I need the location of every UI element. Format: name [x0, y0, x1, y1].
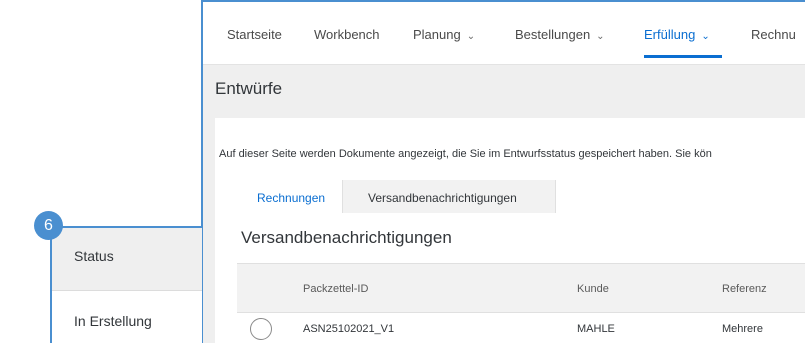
- chevron-down-icon: ⌄: [466, 31, 476, 42]
- cell-packzettel-id: ASN25102021_V1: [303, 323, 395, 335]
- tab-rechnungen[interactable]: Rechnungen: [227, 180, 342, 213]
- status-value: In Erstellung: [74, 313, 152, 329]
- nav-item-workbench[interactable]: Workbench: [314, 27, 380, 42]
- section-title: Versandbenachrichtigungen: [241, 228, 452, 247]
- nav-item-planung[interactable]: Planung ⌄: [413, 27, 475, 42]
- step-number-badge: 6: [34, 211, 63, 240]
- column-header-packzettel-id[interactable]: Packzettel-ID: [303, 283, 368, 295]
- active-tab-indicator: [644, 55, 722, 58]
- app-window: Startseite Workbench Planung ⌄ Bestellung…: [201, 0, 805, 343]
- nav-item-label: Startseite: [227, 27, 282, 42]
- column-header-status: Status: [74, 248, 114, 264]
- table-header: Packzettel-ID Kunde Referenz: [237, 263, 805, 313]
- nav-item-erfuellung[interactable]: Erfüllung ⌄: [644, 27, 710, 42]
- nav-item-label: Workbench: [314, 27, 380, 42]
- tab-versandbenachrichtigungen[interactable]: Versandbenachrichtigungen: [342, 180, 556, 213]
- cell-kunde: MAHLE: [577, 323, 615, 335]
- info-text: Auf dieser Seite werden Dokumente angeze…: [219, 148, 712, 160]
- top-nav: Startseite Workbench Planung ⌄ Bestellung…: [203, 2, 805, 65]
- chevron-down-icon: ⌄: [596, 31, 605, 42]
- page-header: Entwürfe: [203, 65, 805, 115]
- column-header-kunde[interactable]: Kunde: [577, 283, 609, 295]
- status-callout: Status In Erstellung: [50, 226, 202, 343]
- nav-item-rechnungen[interactable]: Rechnu: [751, 27, 796, 42]
- nav-item-label: Planung: [413, 27, 461, 42]
- page-title: Entwürfe: [215, 79, 283, 98]
- nav-item-label: Rechnu: [751, 27, 796, 42]
- callout-column-header: Status: [52, 228, 202, 291]
- cell-referenz: Mehrere: [722, 323, 763, 335]
- table-row[interactable]: ASN25102021_V1 MAHLE Mehrere: [237, 313, 805, 343]
- chevron-down-icon: ⌄: [701, 31, 710, 42]
- nav-item-startseite[interactable]: Startseite: [227, 27, 282, 42]
- nav-item-bestellungen[interactable]: Bestellungen ⌄: [515, 27, 605, 42]
- drafts-card: Auf dieser Seite werden Dokumente angeze…: [215, 118, 805, 343]
- content-area: Auf dieser Seite werden Dokumente angeze…: [203, 115, 805, 343]
- row-select-radio[interactable]: [250, 318, 272, 340]
- column-header-referenz[interactable]: Referenz: [722, 283, 767, 295]
- nav-item-label: Bestellungen: [515, 27, 591, 42]
- nav-item-label: Erfüllung: [644, 27, 696, 42]
